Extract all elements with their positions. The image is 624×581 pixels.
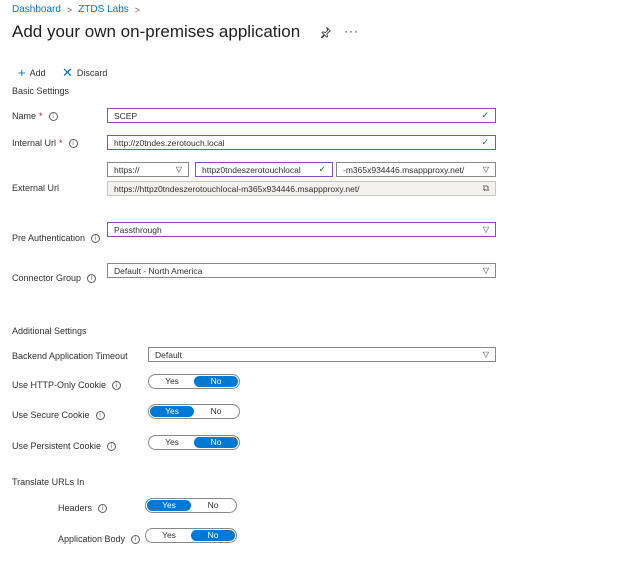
application-body-label: Application Body i bbox=[58, 534, 141, 544]
basic-settings-heading: Basic Settings bbox=[12, 86, 70, 96]
external-url-label: External Url bbox=[12, 183, 59, 193]
headers-label-text: Headers bbox=[58, 503, 93, 513]
check-icon: ✓ bbox=[481, 137, 489, 147]
chevron-right-icon: > bbox=[66, 4, 73, 15]
page-title: Add your own on-premises application bbox=[12, 22, 301, 41]
name-input[interactable]: SCEP ✓ bbox=[107, 108, 496, 123]
name-label: Name * i bbox=[12, 111, 58, 121]
copy-icon[interactable]: ⧉ bbox=[483, 183, 489, 194]
chevron-down-icon: ▽ bbox=[175, 165, 182, 174]
toggle-no[interactable]: No bbox=[191, 530, 235, 541]
name-value: SCEP bbox=[114, 110, 138, 121]
preauth-label-text: Pre Authentication bbox=[12, 233, 86, 243]
persistent-cookie-toggle[interactable]: Yes No bbox=[148, 435, 240, 450]
check-icon: ✓ bbox=[318, 164, 326, 174]
external-url-label-text: External Url bbox=[12, 183, 60, 193]
breadcrumb-ztds-labs[interactable]: ZTDS Labs bbox=[78, 4, 129, 15]
external-host-value: httpz0tndeszerotouchlocal bbox=[202, 164, 301, 175]
info-icon[interactable]: i bbox=[95, 410, 105, 420]
info-icon[interactable]: i bbox=[112, 380, 122, 390]
external-suffix-dropdown[interactable]: -m365x934446.msappproxy.net/ ▽ bbox=[336, 162, 496, 177]
chevron-down-icon: ▽ bbox=[482, 225, 489, 234]
http-only-label-text: Use HTTP-Only Cookie bbox=[12, 380, 107, 390]
internal-url-value: http://z0tndes.zerotouch.local bbox=[114, 137, 225, 148]
info-icon[interactable]: i bbox=[131, 534, 141, 544]
connector-value: Default - North America bbox=[114, 265, 203, 276]
add-button[interactable]: + Add bbox=[18, 66, 46, 79]
toggle-no[interactable]: No bbox=[191, 500, 235, 511]
toggle-no[interactable]: No bbox=[194, 437, 238, 448]
breadcrumb-dashboard[interactable]: Dashboard bbox=[12, 4, 61, 15]
info-icon[interactable]: i bbox=[98, 503, 108, 513]
timeout-label-text: Backend Application Timeout bbox=[12, 351, 128, 361]
external-scheme-dropdown[interactable]: https:// ▽ bbox=[107, 162, 189, 177]
name-label-text: Name bbox=[12, 111, 37, 121]
chevron-down-icon: ▽ bbox=[482, 266, 489, 275]
toggle-no[interactable]: No bbox=[194, 376, 238, 387]
application-body-toggle[interactable]: Yes No bbox=[145, 528, 237, 543]
preauth-value: Passthrough bbox=[114, 224, 162, 235]
timeout-label: Backend Application Timeout bbox=[12, 351, 128, 361]
headers-toggle[interactable]: Yes No bbox=[145, 498, 237, 513]
persistent-cookie-label: Use Persistent Cookie i bbox=[12, 441, 117, 451]
add-label: Add bbox=[29, 67, 46, 78]
breadcrumb: Dashboard > ZTDS Labs > bbox=[12, 4, 140, 15]
pin-icon[interactable] bbox=[320, 26, 332, 41]
info-icon[interactable]: i bbox=[68, 138, 78, 148]
internal-url-label: Internal Url * i bbox=[12, 138, 78, 148]
preauth-dropdown[interactable]: Passthrough ▽ bbox=[107, 222, 496, 237]
required-mark: * bbox=[39, 111, 43, 121]
chevron-down-icon: ▽ bbox=[482, 165, 489, 174]
close-icon: ✕ bbox=[62, 65, 73, 80]
external-suffix-value: -m365x934446.msappproxy.net/ bbox=[343, 164, 465, 175]
toggle-yes[interactable]: Yes bbox=[147, 530, 191, 541]
check-icon: ✓ bbox=[481, 110, 489, 120]
info-icon[interactable]: i bbox=[107, 441, 117, 451]
preauth-label: Pre Authentication i bbox=[12, 233, 101, 243]
toggle-yes[interactable]: Yes bbox=[150, 406, 194, 417]
chevron-down-icon: ▽ bbox=[482, 350, 489, 359]
external-host-input[interactable]: httpz0tndeszerotouchlocal ✓ bbox=[195, 162, 333, 177]
internal-url-input[interactable]: http://z0tndes.zerotouch.local ✓ bbox=[107, 135, 496, 150]
additional-settings-heading: Additional Settings bbox=[12, 326, 87, 336]
more-options-icon[interactable]: ··· bbox=[344, 24, 359, 38]
timeout-value: Default bbox=[155, 349, 182, 360]
secure-cookie-toggle[interactable]: Yes No bbox=[148, 404, 240, 419]
external-scheme-value: https:// bbox=[114, 164, 140, 175]
connector-label-text: Connector Group bbox=[12, 273, 82, 283]
required-mark: * bbox=[59, 138, 63, 148]
timeout-dropdown[interactable]: Default ▽ bbox=[148, 347, 496, 362]
connector-label: Connector Group i bbox=[12, 273, 97, 283]
translate-urls-heading: Translate URLs In bbox=[12, 477, 85, 487]
info-icon[interactable]: i bbox=[91, 233, 101, 243]
toggle-yes[interactable]: Yes bbox=[150, 376, 194, 387]
chevron-right-icon: > bbox=[134, 4, 141, 15]
toggle-no[interactable]: No bbox=[194, 406, 238, 417]
info-icon[interactable]: i bbox=[87, 273, 97, 283]
secure-cookie-label: Use Secure Cookie i bbox=[12, 410, 105, 420]
headers-label: Headers i bbox=[58, 503, 108, 513]
persistent-cookie-label-text: Use Persistent Cookie bbox=[12, 441, 102, 451]
discard-label: Discard bbox=[76, 67, 108, 78]
external-full-value: https://httpz0tndeszerotouchlocal-m365x9… bbox=[114, 183, 360, 194]
toggle-yes[interactable]: Yes bbox=[147, 500, 191, 511]
application-body-label-text: Application Body bbox=[58, 534, 126, 544]
secure-cookie-label-text: Use Secure Cookie bbox=[12, 410, 90, 420]
http-only-label: Use HTTP-Only Cookie i bbox=[12, 380, 122, 390]
discard-button[interactable]: ✕ Discard bbox=[62, 66, 107, 79]
plus-icon: + bbox=[18, 65, 26, 80]
http-only-toggle[interactable]: Yes No bbox=[148, 374, 240, 389]
toggle-yes[interactable]: Yes bbox=[150, 437, 194, 448]
connector-dropdown[interactable]: Default - North America ▽ bbox=[107, 263, 496, 278]
external-url-readonly: https://httpz0tndeszerotouchlocal-m365x9… bbox=[107, 181, 496, 196]
internal-url-label-text: Internal Url bbox=[12, 138, 57, 148]
info-icon[interactable]: i bbox=[48, 111, 58, 121]
